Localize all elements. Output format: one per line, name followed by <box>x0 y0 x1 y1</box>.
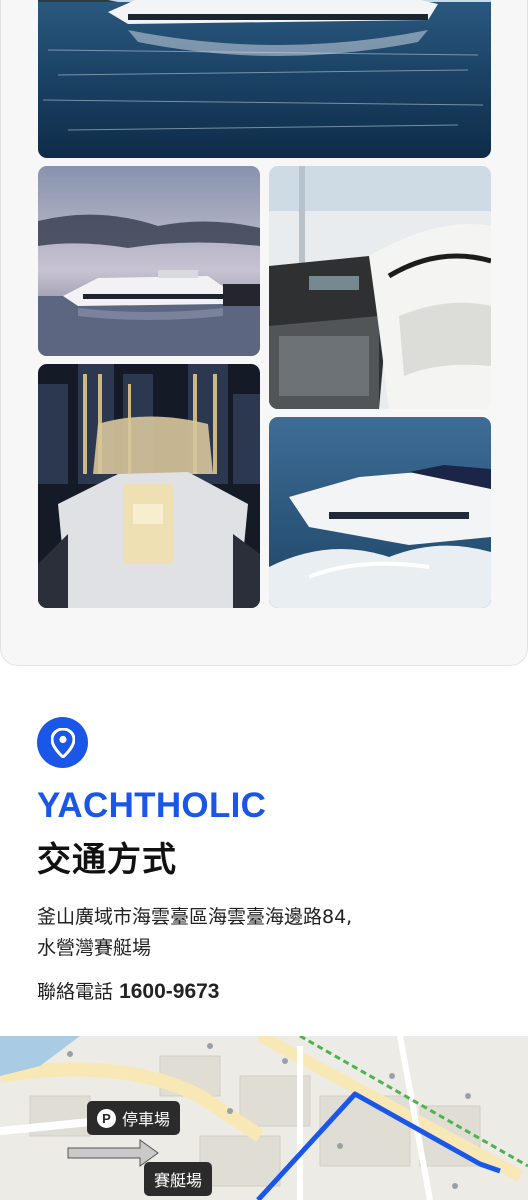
yacht-night-city-photo[interactable] <box>38 364 260 608</box>
location-map[interactable] <box>0 1036 528 1200</box>
parking-map-label[interactable]: P 停車場 <box>87 1101 181 1135</box>
phone-number[interactable]: 1600-9673 <box>119 980 219 1003</box>
address-line-2: 水營灣賽艇場 <box>37 937 152 959</box>
parking-label-text: 停車場 <box>122 1110 171 1129</box>
yacht-cruising-photo[interactable] <box>269 417 491 608</box>
address: 釜山廣域市海雲臺區海雲臺海邊路84, 水營灣賽艇場 <box>37 902 477 964</box>
marina-map-label[interactable]: 賽艇場 <box>144 1162 213 1196</box>
address-line-1: 釜山廣域市海雲臺區海雲臺海邊路84, <box>37 906 353 928</box>
phone-info: 聯絡電話 1600-9673 <box>37 977 220 1004</box>
location-pin-icon <box>37 717 88 768</box>
brand-title: YACHTHOLIC <box>37 786 267 825</box>
yacht-bay-photo[interactable] <box>38 0 491 158</box>
phone-label: 聯絡電話 <box>37 981 114 1003</box>
marina-label-text: 賽艇場 <box>154 1171 203 1190</box>
photo-gallery <box>0 0 528 666</box>
yacht-interior-seating-photo[interactable] <box>269 166 491 409</box>
yacht-dusk-photo[interactable] <box>38 166 260 356</box>
parking-icon: P <box>97 1108 116 1128</box>
section-heading: 交通方式 <box>37 840 177 880</box>
